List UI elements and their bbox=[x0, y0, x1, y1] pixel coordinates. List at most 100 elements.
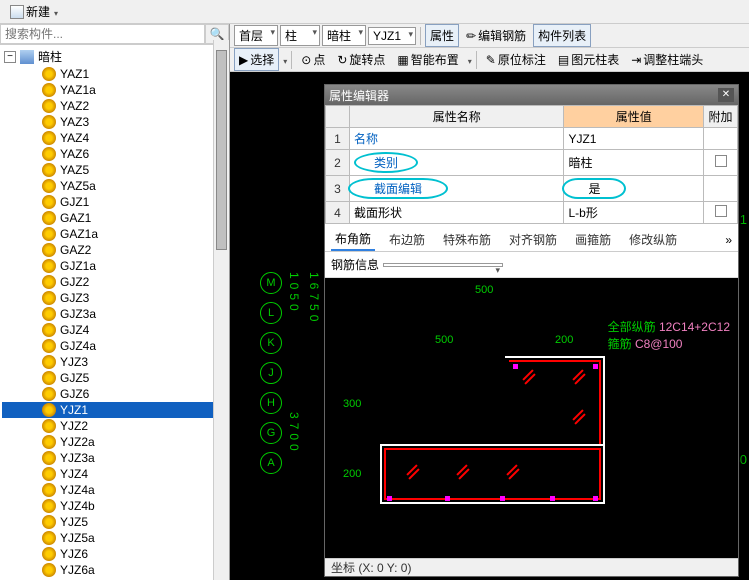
member-combo[interactable]: YJZ1 bbox=[368, 27, 416, 45]
rotate-point-button[interactable]: ↻ 旋转点 bbox=[332, 48, 390, 71]
tree-item[interactable]: YAZ1 bbox=[2, 66, 227, 82]
tree-item[interactable]: GJZ3a bbox=[2, 306, 227, 322]
member-icon bbox=[42, 419, 56, 433]
member-icon bbox=[42, 563, 56, 577]
tree-scrollbar[interactable] bbox=[213, 40, 229, 580]
tree-item[interactable]: GJZ1a bbox=[2, 258, 227, 274]
select-button[interactable]: ▶ 选择 bbox=[234, 48, 279, 71]
member-icon bbox=[42, 323, 56, 337]
attributes-button[interactable]: 属性 bbox=[425, 24, 459, 47]
collapse-icon[interactable]: − bbox=[4, 51, 16, 63]
tree-item[interactable]: YJZ2a bbox=[2, 434, 227, 450]
property-row[interactable]: 2类别暗柱 bbox=[326, 150, 738, 176]
member-icon bbox=[42, 515, 56, 529]
dim-top: 500 bbox=[475, 284, 493, 296]
grid-bubble: J bbox=[260, 362, 282, 384]
tree-item[interactable]: YJZ3a bbox=[2, 450, 227, 466]
tree-item[interactable]: GJZ2 bbox=[2, 274, 227, 290]
tree-item[interactable]: YJZ6a bbox=[2, 562, 227, 578]
member-icon bbox=[42, 403, 56, 417]
search-input[interactable] bbox=[0, 24, 205, 44]
member-icon bbox=[42, 147, 56, 161]
tree-item[interactable]: GAZ1a bbox=[2, 226, 227, 242]
drawing-canvas[interactable]: MLKJHGA 1050 16750 3700 031 360 属性编辑器 ✕ … bbox=[230, 72, 749, 580]
rebar-node bbox=[513, 364, 518, 369]
rebar-tab[interactable]: 布角筋 bbox=[331, 228, 375, 251]
smart-place-button[interactable]: ▦ 智能布置 bbox=[392, 48, 463, 71]
tree-item[interactable]: YJZ1 bbox=[2, 402, 227, 418]
tree-item[interactable]: YAZ1a bbox=[2, 82, 227, 98]
rebar-info-combo[interactable] bbox=[383, 263, 503, 267]
floor-combo[interactable]: 首层 bbox=[234, 25, 278, 46]
tree-item[interactable]: YJZ5a bbox=[2, 530, 227, 546]
app-top-toolbar: 新建 bbox=[0, 0, 749, 24]
tree-item[interactable]: YJZ4 bbox=[2, 466, 227, 482]
tree-item[interactable]: GJZ3 bbox=[2, 290, 227, 306]
tree-item[interactable]: YJZ2 bbox=[2, 418, 227, 434]
tree-item[interactable]: GJZ1 bbox=[2, 194, 227, 210]
tree-item[interactable]: YJZ3 bbox=[2, 354, 227, 370]
tree-item[interactable]: YAZ4 bbox=[2, 130, 227, 146]
tree-item[interactable]: GJZ6 bbox=[2, 386, 227, 402]
member-list-button[interactable]: 构件列表 bbox=[533, 24, 591, 47]
tree-item[interactable]: GJZ5 bbox=[2, 370, 227, 386]
section-view[interactable]: 500 500 200 300 200 全部纵筋 12C14+2C12 箍筋 C… bbox=[325, 278, 738, 558]
member-icon bbox=[42, 483, 56, 497]
member-icon bbox=[42, 531, 56, 545]
category-combo[interactable]: 柱 bbox=[280, 25, 320, 46]
rebar-node bbox=[550, 496, 555, 501]
adjust-end-button[interactable]: ⇥ 调整柱端头 bbox=[626, 48, 708, 71]
tree-item[interactable]: GJZ4a bbox=[2, 338, 227, 354]
tree-item[interactable]: YAZ3 bbox=[2, 114, 227, 130]
member-icon bbox=[42, 83, 56, 97]
tree-item[interactable]: GAZ2 bbox=[2, 242, 227, 258]
rebar-tab[interactable]: 特殊布筋 bbox=[439, 229, 495, 250]
rebar-tab[interactable]: 对齐钢筋 bbox=[505, 229, 561, 250]
property-row[interactable]: 4截面形状L-b形 bbox=[326, 202, 738, 224]
property-editor-titlebar[interactable]: 属性编辑器 ✕ bbox=[325, 85, 738, 105]
close-icon[interactable]: ✕ bbox=[718, 88, 734, 102]
tree-item[interactable]: YAZ5 bbox=[2, 162, 227, 178]
new-button[interactable]: 新建 bbox=[4, 1, 64, 22]
rebar-node bbox=[500, 496, 505, 501]
tree-root[interactable]: − 暗柱 bbox=[2, 47, 227, 66]
tree-item[interactable]: YJZ4b bbox=[2, 498, 227, 514]
rebar-node bbox=[387, 496, 392, 501]
inplace-annot-button[interactable]: ✎ 原位标注 bbox=[481, 48, 551, 71]
tree-item[interactable]: YAZ2 bbox=[2, 98, 227, 114]
rebar-tab[interactable]: 画箍筋 bbox=[571, 229, 615, 250]
chevron-down-icon[interactable] bbox=[281, 53, 287, 67]
checkbox[interactable] bbox=[715, 155, 727, 167]
property-editor-title: 属性编辑器 bbox=[329, 87, 389, 104]
point-button[interactable]: ⊙ 点 bbox=[296, 48, 330, 71]
column-table-button[interactable]: ▤ 图元柱表 bbox=[553, 48, 624, 71]
tree-item-label: YJZ3a bbox=[60, 451, 95, 465]
rebar-node bbox=[593, 364, 598, 369]
property-row[interactable]: 3截面编辑是 bbox=[326, 176, 738, 202]
rebar-tab[interactable]: 修改纵筋 bbox=[625, 229, 681, 250]
subcategory-combo[interactable]: 暗柱 bbox=[322, 25, 366, 46]
member-icon bbox=[42, 339, 56, 353]
tree-item[interactable]: GJZ4 bbox=[2, 322, 227, 338]
tabs-more-icon[interactable]: » bbox=[725, 233, 732, 247]
chevron-down-icon[interactable] bbox=[466, 53, 472, 67]
rebar-tab[interactable]: 布边筋 bbox=[385, 229, 429, 250]
tree-item-label: YAZ4 bbox=[60, 131, 89, 145]
member-icon bbox=[42, 211, 56, 225]
tree-item-label: YJZ4 bbox=[60, 467, 88, 481]
tree-item[interactable]: YJZ5 bbox=[2, 514, 227, 530]
tree-item[interactable]: GAZ1 bbox=[2, 210, 227, 226]
tree-item-label: GJZ2 bbox=[60, 275, 89, 289]
component-tree[interactable]: − 暗柱 YAZ1YAZ1aYAZ2YAZ3YAZ4YAZ6YAZ5YAZ5aG… bbox=[0, 45, 229, 580]
tree-item[interactable]: YJZ6 bbox=[2, 546, 227, 562]
scrollbar-thumb[interactable] bbox=[216, 50, 227, 250]
tree-item[interactable]: YAZ5a bbox=[2, 178, 227, 194]
tree-item[interactable]: YJZ4a bbox=[2, 482, 227, 498]
rebar-node bbox=[445, 496, 450, 501]
edit-rebar-button[interactable]: ✏ 编辑钢筋 bbox=[461, 24, 531, 47]
rebar-node bbox=[593, 496, 598, 501]
property-row[interactable]: 1名称YJZ1 bbox=[326, 128, 738, 150]
folder-icon bbox=[20, 50, 34, 64]
tree-item[interactable]: YAZ6 bbox=[2, 146, 227, 162]
checkbox[interactable] bbox=[715, 205, 727, 217]
